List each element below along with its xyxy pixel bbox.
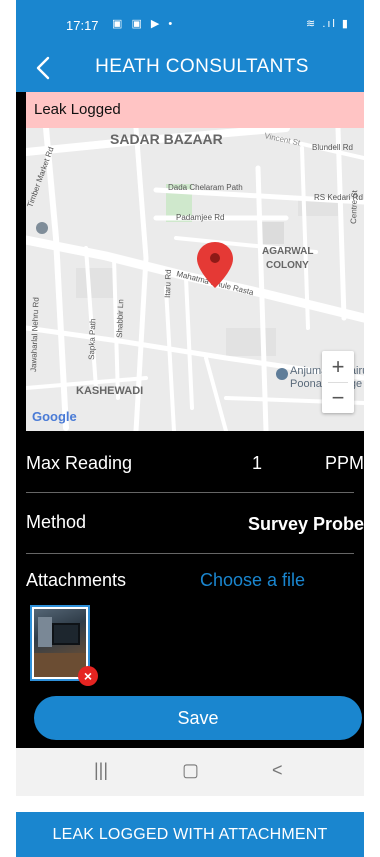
map-label-agarwal: AGARWAL — [262, 246, 313, 257]
poi-icon — [36, 222, 48, 234]
map-label-sadar-bazaar: SADAR BAZAAR — [110, 131, 223, 147]
map-label-blundell-rd: Blundell Rd — [312, 143, 353, 152]
app-bar: HEATH CONSULTANTS — [16, 42, 364, 92]
attachments-row: Attachments Choose a file — [26, 555, 354, 603]
method-value: Survey Probe — [247, 514, 364, 534]
map-label-itaru: Itaru Rd — [163, 269, 173, 298]
zoom-divider — [328, 382, 348, 383]
zoom-out-button[interactable]: − — [322, 382, 354, 413]
signal-battery-icons: ≋ .ıl ▮ — [306, 18, 350, 30]
nav-back-icon[interactable]: < — [272, 760, 283, 781]
divider — [26, 492, 354, 493]
notification-icons: ▣ ▣ ▶ • — [112, 18, 176, 30]
max-reading-row: Max Reading 1 PPM — [26, 435, 364, 493]
zoom-in-button[interactable]: + — [322, 351, 354, 382]
choose-file-link[interactable]: Choose a file — [200, 570, 305, 591]
map-canvas: SADAR BAZAAR Vincent St Blundell Rd Dada… — [26, 128, 364, 431]
caption-banner: LEAK LOGGED WITH ATTACHMENT — [16, 812, 364, 857]
map-view[interactable]: SADAR BAZAAR Vincent St Blundell Rd Dada… — [26, 128, 364, 431]
android-nav-bar: ||| ▢ < — [16, 748, 364, 796]
method-label: Method — [26, 512, 87, 532]
divider — [26, 553, 354, 554]
map-label-centre-st: Centre St — [349, 189, 359, 224]
map-label-dada-chelaram: Dada Chelaram Path — [168, 183, 243, 192]
leak-logged-banner: Leak Logged — [26, 92, 364, 128]
phone-screen: 17:17 ▣ ▣ ▶ • ≋ .ıl ▮ HEATH CONSULTANTS … — [16, 0, 364, 796]
max-reading-label: Max Reading — [26, 453, 133, 473]
map-label-padamjee: Padamjee Rd — [176, 213, 224, 222]
map-label-colony: COLONY — [266, 260, 309, 271]
map-label-kashewadi: KASHEWADI — [76, 385, 143, 397]
map-label-sapka: Sapka Path — [87, 318, 97, 360]
app-title: HEATH CONSULTANTS — [95, 56, 309, 77]
status-time: 17:17 — [66, 18, 99, 33]
home-icon[interactable]: ▢ — [182, 760, 199, 781]
max-reading-unit: PPM — [324, 453, 364, 473]
google-logo: Google — [32, 409, 77, 424]
map-label-shabbir: Shabbir Ln — [115, 299, 125, 338]
poi-icon — [276, 368, 288, 380]
recents-icon[interactable]: ||| — [94, 760, 108, 781]
image-detail — [52, 623, 80, 645]
max-reading-value: 1 — [252, 453, 263, 473]
method-row: Method Survey Probe — [26, 494, 364, 554]
zoom-controls: + − — [322, 351, 354, 413]
save-button[interactable]: Save — [34, 696, 362, 740]
attachment-image — [34, 609, 86, 677]
attachments-label: Attachments — [26, 570, 127, 590]
remove-attachment-button[interactable]: × — [78, 666, 98, 686]
image-detail — [38, 617, 52, 647]
status-bar: 17:17 ▣ ▣ ▶ • ≋ .ıl ▮ — [16, 0, 364, 42]
